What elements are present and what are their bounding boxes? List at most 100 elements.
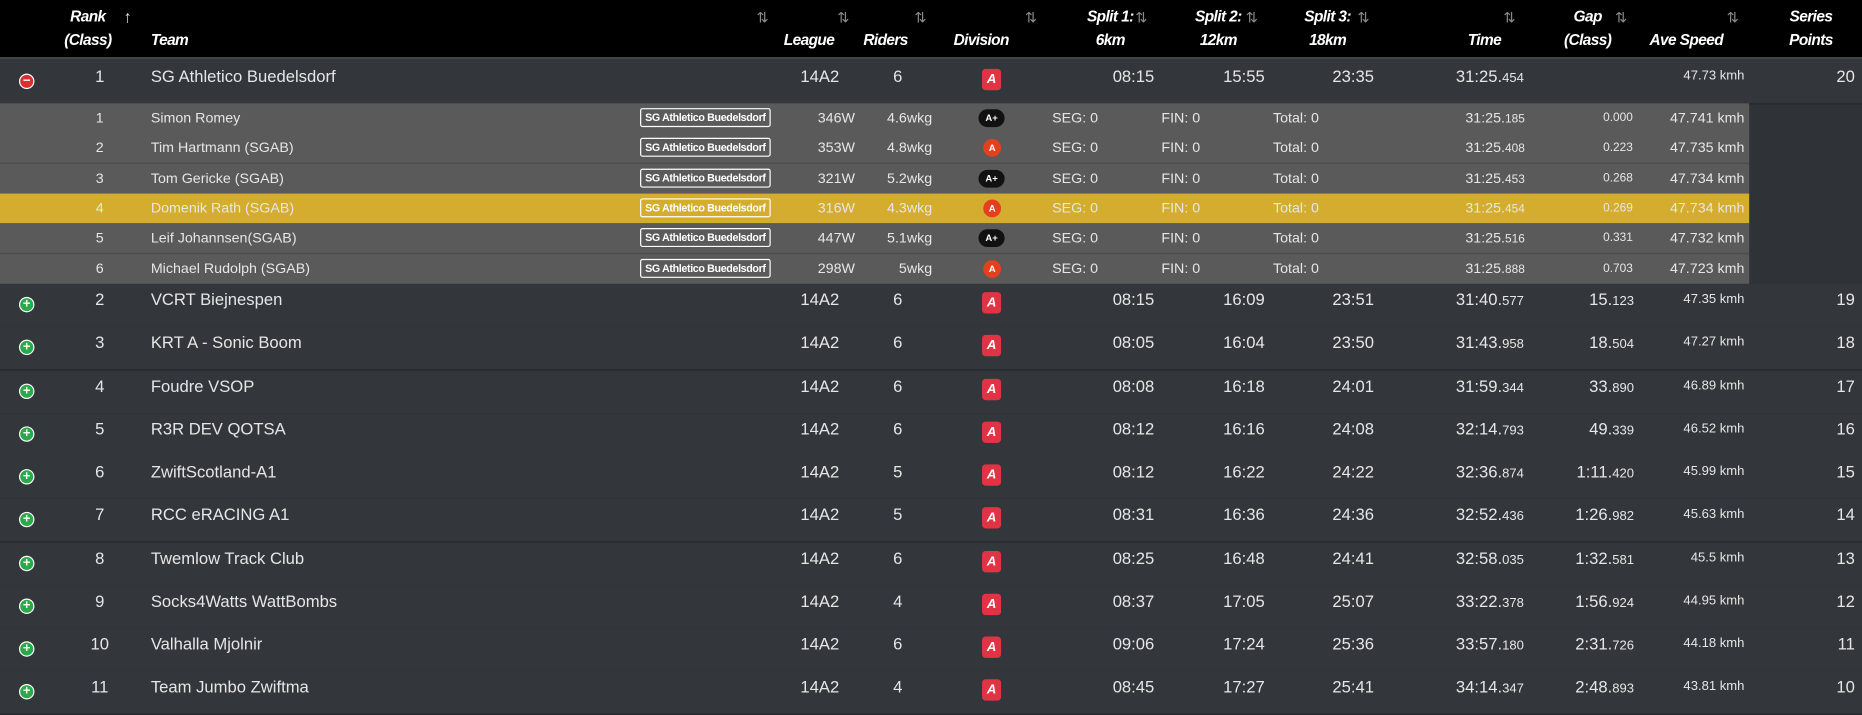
series-points: 20 (1836, 66, 1855, 86)
split1: 08:31 (1112, 504, 1155, 524)
team-name[interactable]: SG Athletico Buedelsdorf (151, 67, 336, 86)
team-row[interactable]: +6 ZwiftScotland-A1 14A2 5 A 08:12 16:22 24:22 3… (0, 456, 1862, 500)
header-split1[interactable]: Split 1: 6km (1085, 5, 1135, 53)
team-rank: 2 (95, 289, 105, 309)
sort-split1-icon[interactable]: ⇅ (1135, 10, 1147, 27)
rider-row[interactable]: 3 Tom Gericke (SGAB) SG Athletico Buedelsd… (0, 163, 1750, 195)
header-riders[interactable]: Riders (863, 29, 908, 53)
split1: 08:12 (1112, 461, 1155, 481)
team-row[interactable]: +8 Twemlow Track Club 14A2 6 A 08:25 16:48 24:4… (0, 542, 1862, 587)
team-row[interactable]: +7 RCC eRACING A1 14A2 5 A 08:31 16:36 24:36 32:… (0, 499, 1862, 543)
expand-icon[interactable]: + (19, 598, 35, 614)
team-rank: 4 (95, 375, 105, 395)
rider-speed: 47.732 kmh (1669, 229, 1745, 247)
team-row[interactable]: +10 Valhalla Mjolnir 14A2 6 A 09:06 17:24 25:36… (0, 628, 1862, 673)
split2: 16:36 (1223, 504, 1265, 524)
rider-row[interactable]: 6 Michael Rudolph (SGAB) SG Athletico Bued… (0, 253, 1750, 285)
header-league[interactable]: League (784, 29, 835, 53)
team-row[interactable]: +11 Team Jumbo Zwiftma 14A2 4 A 08:45 17:27 25:… (0, 671, 1862, 715)
team-name[interactable]: Team Jumbo Zwiftma (151, 677, 309, 696)
rider-row[interactable]: 4 Domenik Rath (SGAB) SG Athletico Buedels… (0, 193, 1750, 225)
sort-gap-icon[interactable]: ⇅ (1615, 10, 1627, 27)
rider-team-tag[interactable]: SG Athletico Buedelsdorf (640, 108, 771, 128)
expand-icon[interactable]: + (19, 555, 35, 571)
header-split3[interactable]: Split 3: 18km (1303, 5, 1353, 53)
gap-time: 18.504 (1532, 333, 1634, 352)
team-name[interactable]: RCC eRACING A1 (151, 505, 290, 524)
rider-position: 3 (95, 169, 104, 186)
rider-name[interactable]: Domenik Rath (SGAB) (151, 199, 294, 216)
rider-time: 31:25.185 (1465, 109, 1524, 126)
header-gap[interactable]: Gap (Class) (1560, 5, 1615, 53)
rider-name[interactable]: Tom Gericke (SGAB) (151, 169, 284, 186)
rider-team-tag[interactable]: SG Athletico Buedelsdorf (640, 258, 771, 278)
expand-icon[interactable]: + (19, 469, 35, 485)
rider-name[interactable]: Tim Hartmann (SGAB) (151, 139, 294, 156)
expand-icon[interactable]: + (19, 382, 35, 399)
team-row[interactable]: +2 VCRT Biejnespen 14A2 6 A 08:15 16:09 23:51 31… (0, 283, 1862, 328)
team-name[interactable]: Foudre VSOP (151, 376, 254, 395)
header-division[interactable]: Division (954, 29, 1010, 53)
expand-icon[interactable]: + (19, 512, 35, 528)
rider-time: 31:25.888 (1465, 259, 1524, 276)
expand-icon[interactable]: + (19, 426, 35, 442)
team-row[interactable]: +5 R3R DEV QOTSA 14A2 6 A 08:12 16:16 24:08 32:1… (0, 412, 1862, 457)
expand-icon[interactable]: + (19, 296, 35, 313)
gap-time: 1:11.420 (1532, 462, 1634, 481)
team-riders: 6 (893, 634, 903, 654)
sort-asc-icon[interactable]: ↑ (124, 7, 132, 26)
ave-speed: 46.89 kmh (1683, 378, 1745, 393)
rider-name[interactable]: Leif Johannsen(SGAB) (151, 229, 297, 246)
split3: 24:41 (1332, 548, 1374, 568)
header-ave-speed[interactable]: Ave Speed (1649, 29, 1723, 53)
finish-time: 33:57.180 (1456, 634, 1524, 653)
team-name[interactable]: Twemlow Track Club (151, 548, 304, 567)
header-time[interactable]: Time (1468, 29, 1502, 53)
team-league: 14A2 (800, 66, 840, 86)
header-rank-line2: (Class) (64, 30, 112, 49)
sort-speed-icon[interactable]: ⇅ (1727, 10, 1739, 27)
team-row[interactable]: +9 Socks4Watts WattBombs 14A2 4 A 08:37 17:05 2… (0, 585, 1862, 630)
rider-team-tag[interactable]: SG Athletico Buedelsdorf (640, 138, 771, 158)
rider-team-tag[interactable]: SG Athletico Buedelsdorf (640, 168, 771, 188)
rider-watts: 321W (817, 169, 855, 186)
sort-split2-icon[interactable]: ⇅ (1246, 10, 1258, 27)
rider-name[interactable]: Simon Romey (151, 109, 240, 126)
team-row[interactable]: +3 KRT A - Sonic Boom 14A2 6 A 08:05 16:04 23:5… (0, 326, 1862, 371)
team-row-expanded[interactable]: − 1 SG Athletico Buedelsdorf 14A2 6 A 08… (0, 59, 1862, 105)
sort-team-icon[interactable]: ⇅ (756, 10, 768, 27)
collapse-icon[interactable]: − (19, 73, 35, 90)
header-rank[interactable]: Rank (Class) (64, 5, 112, 53)
team-row[interactable]: +4 Foudre VSOP 14A2 6 A 08:08 16:18 24:01 31:59.… (0, 369, 1862, 414)
rider-gap: 0.269 (1603, 201, 1633, 215)
team-name[interactable]: VCRT Biejnespen (151, 290, 283, 309)
rider-name[interactable]: Michael Rudolph (SGAB) (151, 259, 310, 276)
team-name[interactable]: KRT A - Sonic Boom (151, 333, 302, 352)
team-name[interactable]: Valhalla Mjolnir (151, 634, 263, 653)
rider-row[interactable]: 1 Simon Romey SG Athletico Buedelsdorf 346W… (0, 103, 1750, 135)
team-name[interactable]: R3R DEV QOTSA (151, 419, 286, 438)
ave-speed: 44.95 kmh (1683, 593, 1745, 608)
rider-row[interactable]: 2 Tim Hartmann (SGAB) SG Athletico Buedels… (0, 133, 1750, 165)
rider-row[interactable]: 5 Leif Johannsen(SGAB) SG Athletico Buedel… (0, 223, 1750, 255)
sort-split3-icon[interactable]: ⇅ (1357, 10, 1369, 27)
expand-icon[interactable]: + (19, 339, 35, 356)
team-name[interactable]: ZwiftScotland-A1 (151, 462, 277, 481)
team-league: 14A2 (800, 375, 840, 395)
sort-time-icon[interactable]: ⇅ (1503, 10, 1515, 27)
header-series-points[interactable]: Series Points (1787, 5, 1835, 53)
split1: 08:45 (1112, 677, 1155, 697)
team-name[interactable]: Socks4Watts WattBombs (151, 591, 337, 610)
sort-riders-icon[interactable]: ⇅ (914, 10, 926, 27)
rider-team-tag[interactable]: SG Athletico Buedelsdorf (640, 198, 771, 218)
expand-icon[interactable]: + (19, 641, 35, 657)
header-split2[interactable]: Split 2: 12km (1193, 5, 1243, 53)
ave-speed: 44.18 kmh (1683, 636, 1745, 651)
expand-icon[interactable]: + (19, 684, 35, 700)
sort-league-icon[interactable]: ⇅ (837, 10, 849, 27)
rider-team-tag[interactable]: SG Athletico Buedelsdorf (640, 228, 771, 248)
header-team[interactable]: Team (151, 29, 189, 53)
team-league: 14A2 (800, 591, 840, 611)
gap-time-main: 49. (1589, 418, 1613, 438)
sort-division-icon[interactable]: ⇅ (1025, 10, 1037, 27)
